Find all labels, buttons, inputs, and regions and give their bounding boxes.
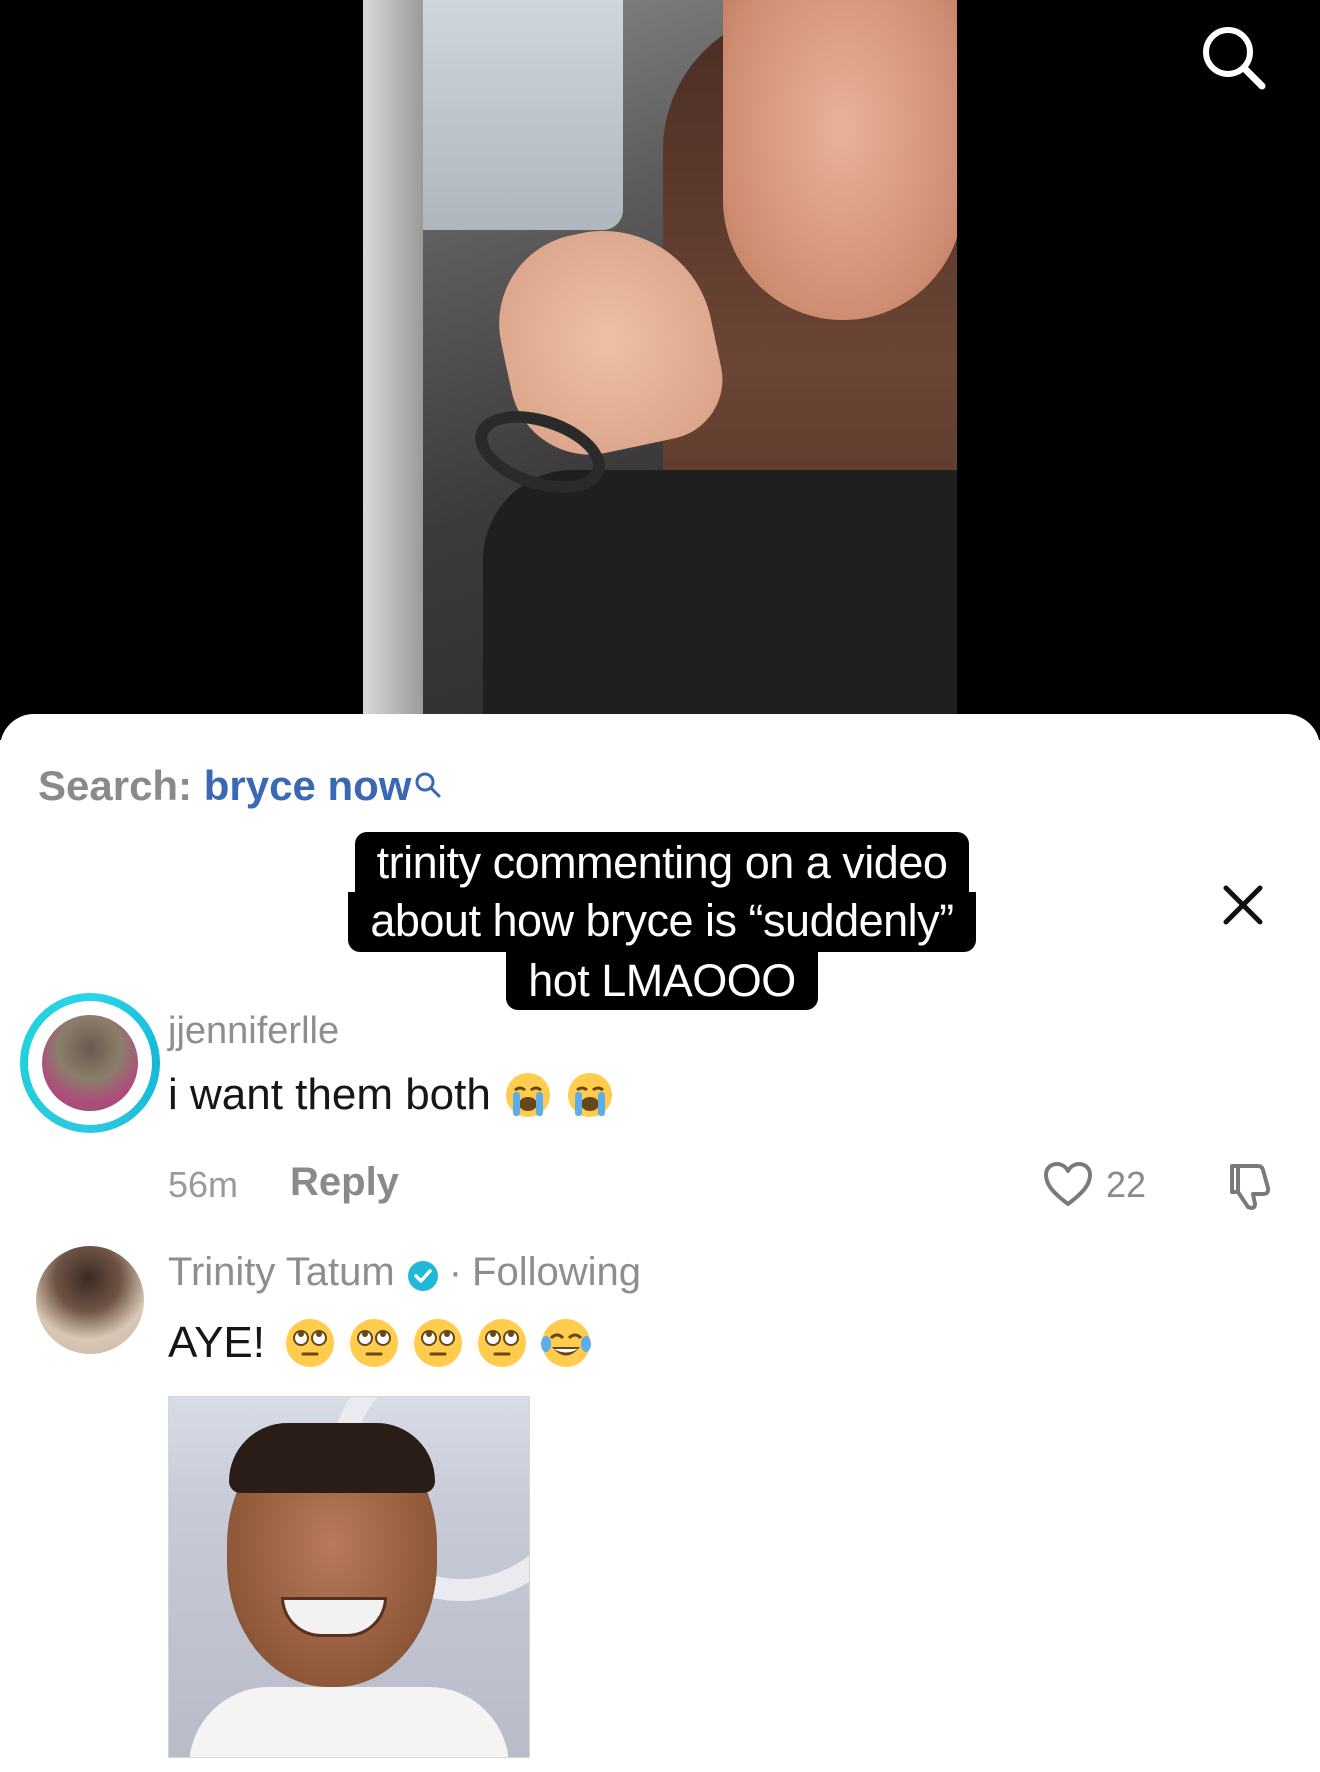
- search-query-link[interactable]: bryce now: [204, 762, 412, 809]
- face-with-rolling-eyes-icon: [283, 1316, 337, 1370]
- loudly-crying-face-icon: [565, 1070, 615, 1120]
- dot-separator: ·: [448, 1250, 463, 1294]
- face-with-rolling-eyes-icon: [411, 1316, 465, 1370]
- close-icon[interactable]: [1220, 882, 1266, 928]
- video-player-area[interactable]: [0, 0, 1320, 740]
- heart-icon[interactable]: [1042, 1160, 1094, 1208]
- photo-person-hair: [229, 1423, 435, 1493]
- face-with-rolling-eyes-icon: [475, 1316, 529, 1370]
- video-frame[interactable]: [363, 0, 957, 714]
- car-window: [423, 0, 623, 230]
- commenter-avatar-story-ring[interactable]: [20, 993, 160, 1133]
- following-label[interactable]: Following: [472, 1250, 641, 1295]
- reply-text: AYE!: [168, 1316, 593, 1370]
- avatar: [42, 1015, 138, 1111]
- photo-person-collar: [189, 1687, 509, 1757]
- reply-button[interactable]: Reply: [290, 1160, 399, 1205]
- car-pillar: [363, 0, 423, 714]
- reply-username[interactable]: Trinity Tatum: [168, 1250, 395, 1295]
- reply-body: AYE!: [168, 1318, 266, 1367]
- like-count: 22: [1106, 1164, 1147, 1205]
- video-person-shirt: [483, 470, 957, 714]
- reply-header: Trinity Tatum · Following: [168, 1250, 641, 1295]
- search-prefix: Search:: [38, 762, 193, 809]
- caption-line-1: trinity commenting on a video: [354, 832, 970, 892]
- comment-text: i want them both: [168, 1070, 615, 1120]
- loudly-crying-face-icon: [503, 1070, 553, 1120]
- verified-badge-icon: [407, 1257, 439, 1291]
- comment-username[interactable]: jjenniferlle: [168, 1010, 339, 1053]
- search-icon[interactable]: [1196, 20, 1272, 96]
- face-with-tears-of-joy-icon: [539, 1316, 593, 1370]
- avatar-ring-inner: [28, 1001, 152, 1125]
- thumbs-down-icon[interactable]: [1224, 1160, 1274, 1212]
- caption-line-3: hot LMAOOO: [506, 952, 818, 1010]
- avatar[interactable]: [36, 1246, 144, 1354]
- face-with-rolling-eyes-icon: [347, 1316, 401, 1370]
- search-suggestion[interactable]: Search: bryce now: [38, 762, 443, 816]
- comment-timestamp: 56m: [168, 1164, 239, 1205]
- reply-attached-photo[interactable]: [168, 1396, 530, 1758]
- comment-body: i want them both: [168, 1070, 491, 1119]
- video-person-face: [723, 0, 957, 320]
- overlay-caption: trinity commenting on a video about how …: [298, 832, 1026, 1010]
- mini-search-icon: [413, 762, 443, 810]
- caption-line-2: about how bryce is “suddenly”: [348, 892, 976, 952]
